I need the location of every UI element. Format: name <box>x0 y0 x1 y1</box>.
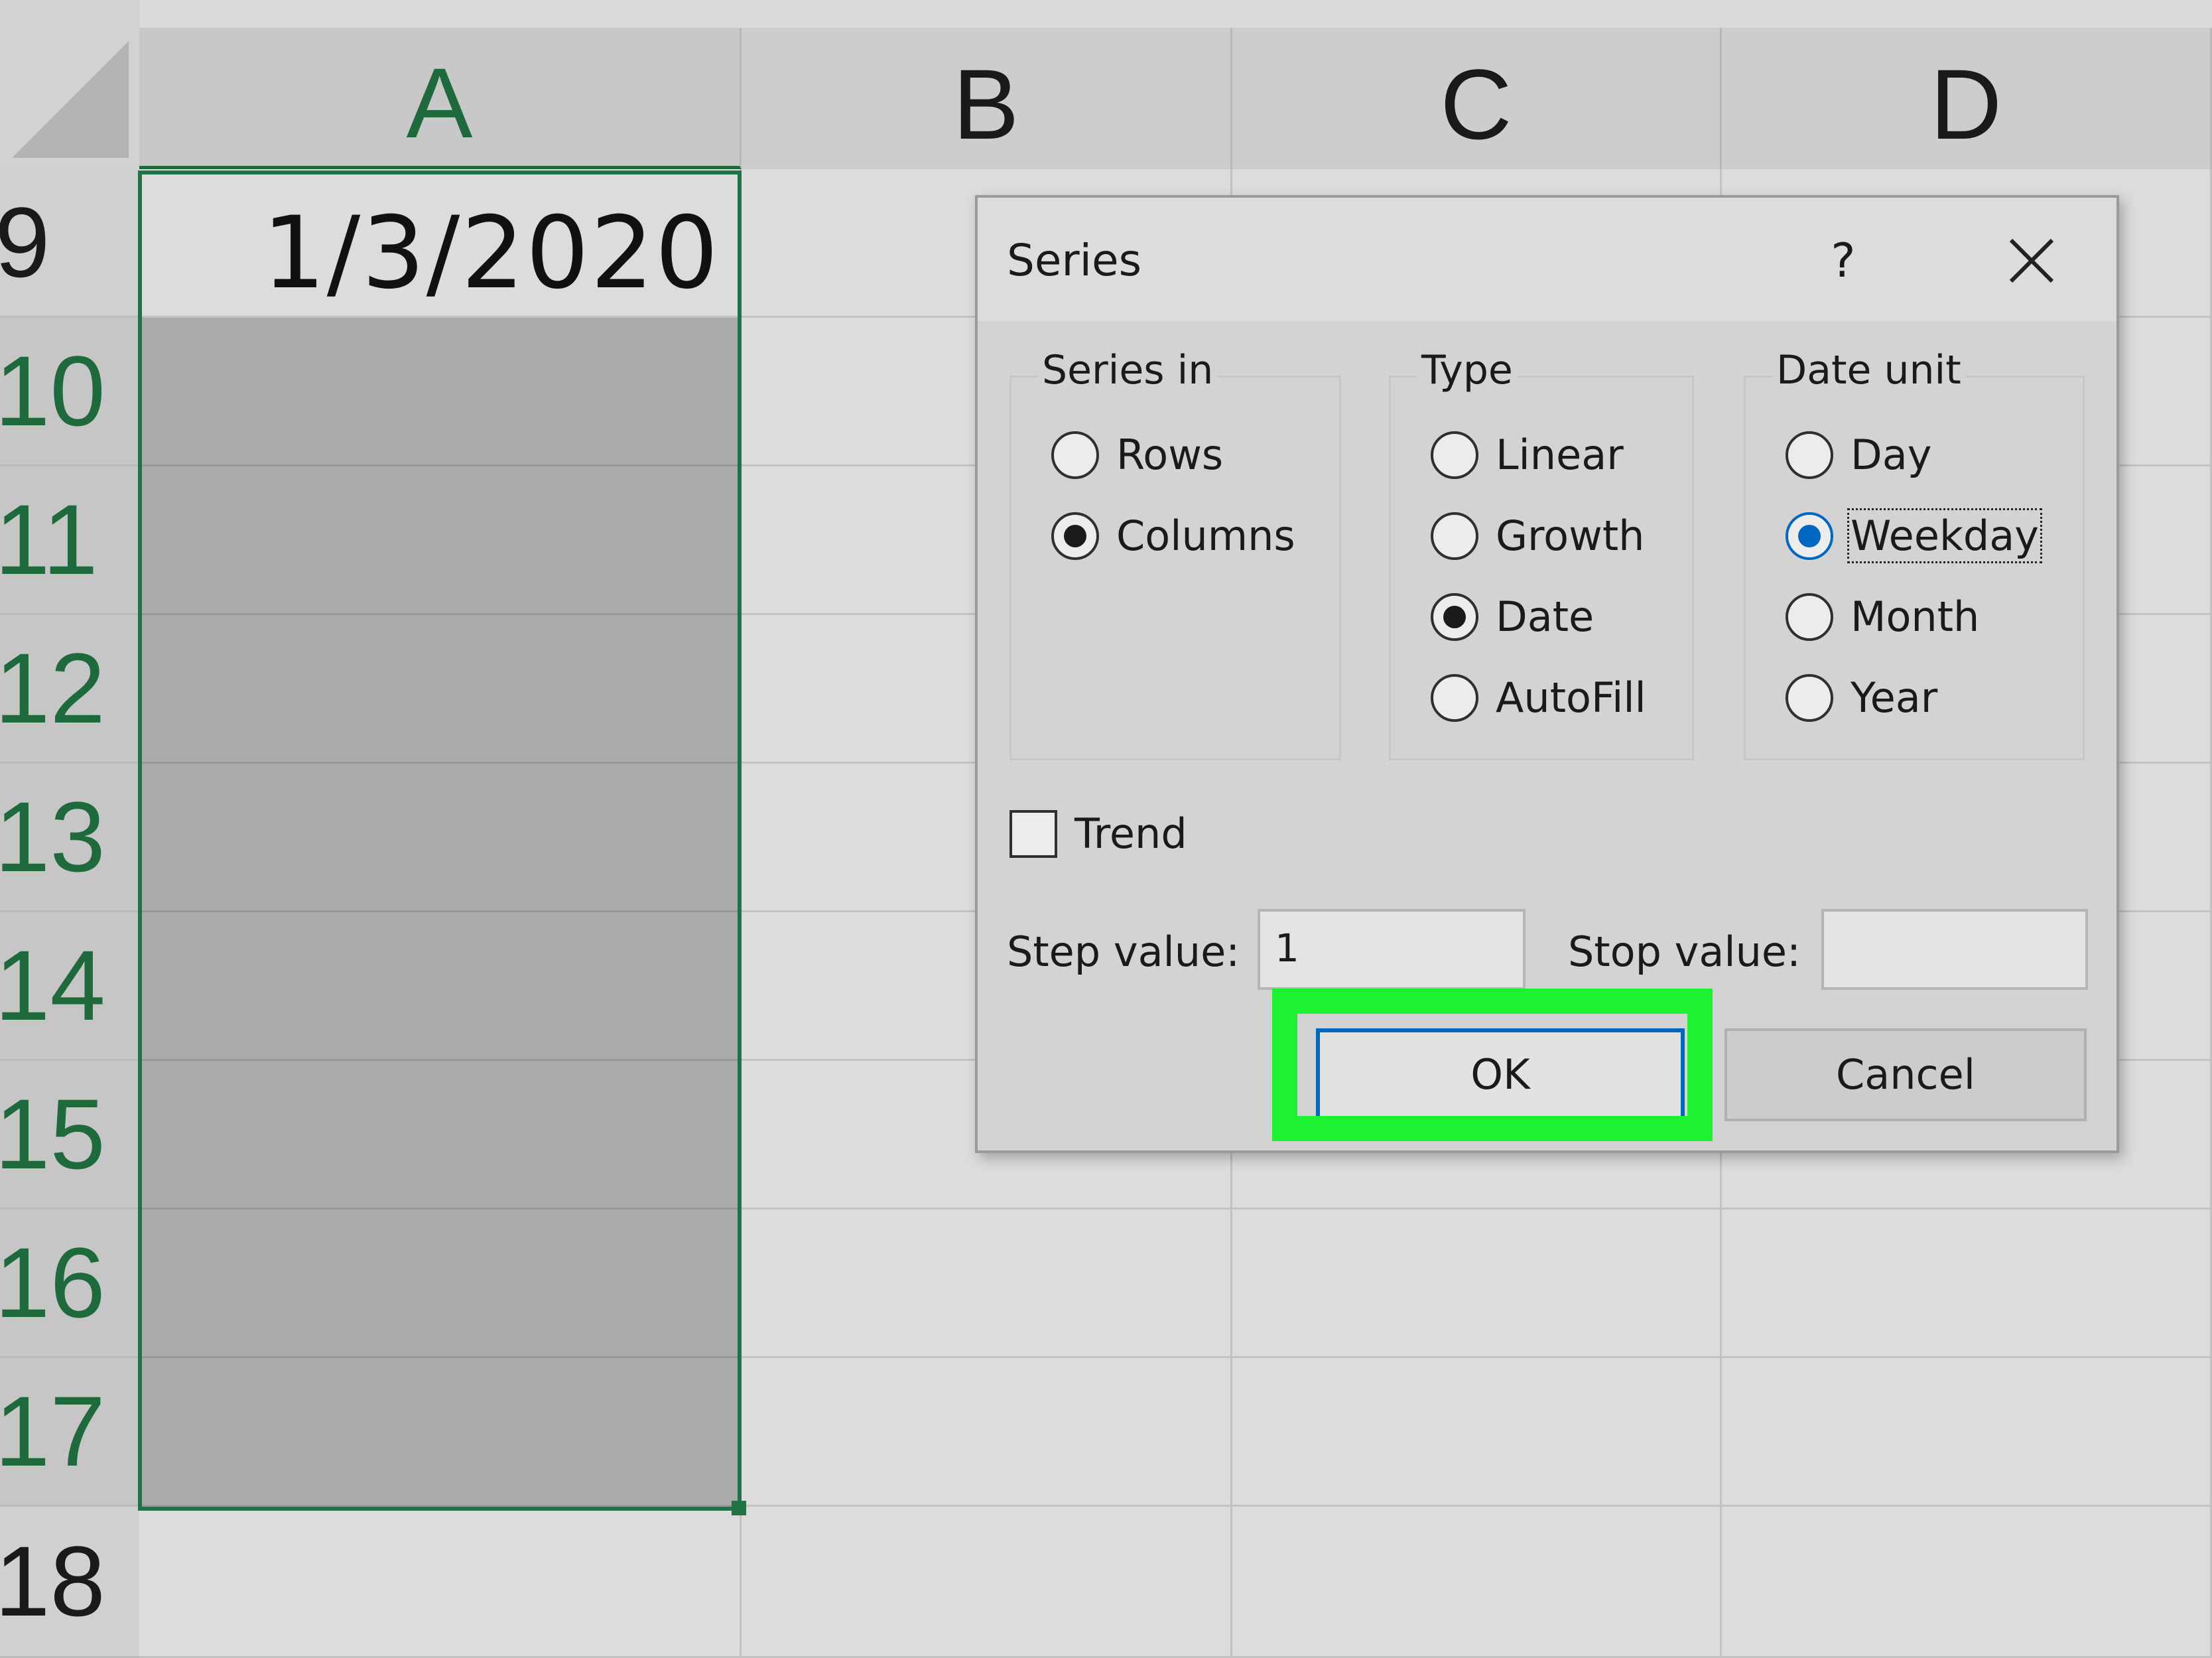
column-header-label: C <box>1440 48 1512 160</box>
column-header-b[interactable]: B <box>742 28 1232 169</box>
cell-c16[interactable] <box>1232 1209 1722 1358</box>
radio-button[interactable] <box>1431 512 1478 560</box>
radio-day[interactable]: Day <box>1786 431 1931 479</box>
row-header-9[interactable]: 9 <box>0 169 139 318</box>
trend-checkbox-row[interactable]: Trend <box>1009 809 1187 858</box>
radio-columns[interactable]: Columns <box>1051 512 1295 560</box>
radio-button[interactable] <box>1431 431 1478 479</box>
dialog-title: Series <box>1007 235 1141 286</box>
select-all-triangle-icon <box>12 41 129 158</box>
radio-button[interactable] <box>1051 512 1099 560</box>
radio-label: Linear <box>1496 431 1624 479</box>
radio-growth[interactable]: Growth <box>1431 512 1644 560</box>
row-header-label: 15 <box>0 1078 105 1190</box>
radio-label: Rows <box>1116 431 1224 479</box>
radio-label: Month <box>1851 592 1980 641</box>
row-header-label: 12 <box>0 632 105 744</box>
radio-button[interactable] <box>1786 673 1833 722</box>
cell-c18[interactable] <box>1232 1507 1722 1658</box>
row-header-13[interactable]: 13 <box>0 764 139 912</box>
radio-label: AutoFill <box>1496 673 1646 722</box>
radio-button[interactable] <box>1786 512 1833 560</box>
cell-b16[interactable] <box>742 1209 1232 1358</box>
help-button[interactable]: ? <box>1807 224 1880 297</box>
selection-range-border <box>138 171 742 1511</box>
type-group: Type Linear Growth Date AutoFill <box>1389 347 1694 760</box>
trend-checkbox[interactable] <box>1009 809 1057 858</box>
row-header-15[interactable]: 15 <box>0 1061 139 1209</box>
column-header-label: D <box>1929 48 2002 160</box>
column-header-c[interactable]: C <box>1232 28 1722 169</box>
row-header-16[interactable]: 16 <box>0 1209 139 1358</box>
radio-button[interactable] <box>1051 431 1099 479</box>
radio-label: Columns <box>1116 512 1295 560</box>
stop-value-label: Stop value: <box>1568 928 1801 976</box>
radio-label: Day <box>1851 431 1932 479</box>
radio-button[interactable] <box>1786 431 1833 479</box>
close-icon <box>2009 238 2054 283</box>
radio-autofill[interactable]: AutoFill <box>1431 673 1646 722</box>
column-header-a[interactable]: A <box>139 28 742 169</box>
close-button[interactable] <box>1986 224 2072 297</box>
row-header-12[interactable]: 12 <box>0 615 139 764</box>
row-header-label: 10 <box>0 335 105 447</box>
radio-label: Growth <box>1496 512 1645 560</box>
row-header-label: 11 <box>0 484 98 595</box>
row-header-11[interactable]: 11 <box>0 466 139 615</box>
radio-month[interactable]: Month <box>1786 592 1979 641</box>
radio-button[interactable] <box>1786 592 1833 641</box>
series-in-group: Series in Rows Columns <box>1009 347 1341 760</box>
dialog-titlebar: Series ? <box>978 198 2116 321</box>
cell-d17[interactable] <box>1722 1358 2212 1507</box>
row-header-label: 16 <box>0 1227 105 1338</box>
row-header-label: 13 <box>0 781 105 892</box>
cancel-button[interactable]: Cancel <box>1724 1028 2087 1121</box>
column-header-label: B <box>952 48 1019 160</box>
step-value-label: Step value: <box>1007 928 1240 976</box>
radio-year[interactable]: Year <box>1786 673 1937 722</box>
row-header-10[interactable]: 10 <box>0 318 139 466</box>
column-header-label: A <box>406 46 473 159</box>
series-in-label: Series in <box>1038 347 1218 393</box>
radio-date[interactable]: Date <box>1431 592 1594 641</box>
cell-d18[interactable] <box>1722 1507 2212 1658</box>
type-label: Type <box>1417 347 1517 393</box>
cell-a18[interactable] <box>139 1507 742 1658</box>
step-value-input[interactable]: 1 <box>1258 909 1526 990</box>
date-unit-group: Date unit Day Weekday Month Year <box>1744 347 2085 760</box>
radio-label: Year <box>1851 673 1938 722</box>
row-header-18[interactable]: 18 <box>0 1507 139 1658</box>
select-all-corner[interactable] <box>0 0 139 169</box>
ok-button-highlight <box>1272 989 1713 1141</box>
radio-label: Weekday <box>1847 508 2042 563</box>
radio-button[interactable] <box>1431 592 1478 641</box>
radio-weekday[interactable]: Weekday <box>1786 508 2042 563</box>
cell-d16[interactable] <box>1722 1209 2212 1358</box>
cell-b17[interactable] <box>742 1358 1232 1507</box>
cell-c17[interactable] <box>1232 1358 1722 1507</box>
fill-handle[interactable] <box>732 1501 746 1515</box>
radio-label: Date <box>1496 592 1594 641</box>
row-header-label: 14 <box>0 930 105 1041</box>
radio-rows[interactable]: Rows <box>1051 431 1223 479</box>
column-header-d[interactable]: D <box>1722 28 2212 169</box>
trend-label: Trend <box>1074 809 1187 858</box>
radio-button[interactable] <box>1431 673 1478 722</box>
row-header-14[interactable]: 14 <box>0 912 139 1061</box>
date-unit-label: Date unit <box>1772 347 1965 393</box>
row-header-17[interactable]: 17 <box>0 1358 139 1507</box>
row-header-label: 9 <box>0 186 50 298</box>
radio-linear[interactable]: Linear <box>1431 431 1624 479</box>
stop-value-input[interactable] <box>1821 909 2088 990</box>
row-header-label: 17 <box>0 1375 105 1487</box>
row-header-label: 18 <box>0 1525 105 1637</box>
cell-b18[interactable] <box>742 1507 1232 1658</box>
